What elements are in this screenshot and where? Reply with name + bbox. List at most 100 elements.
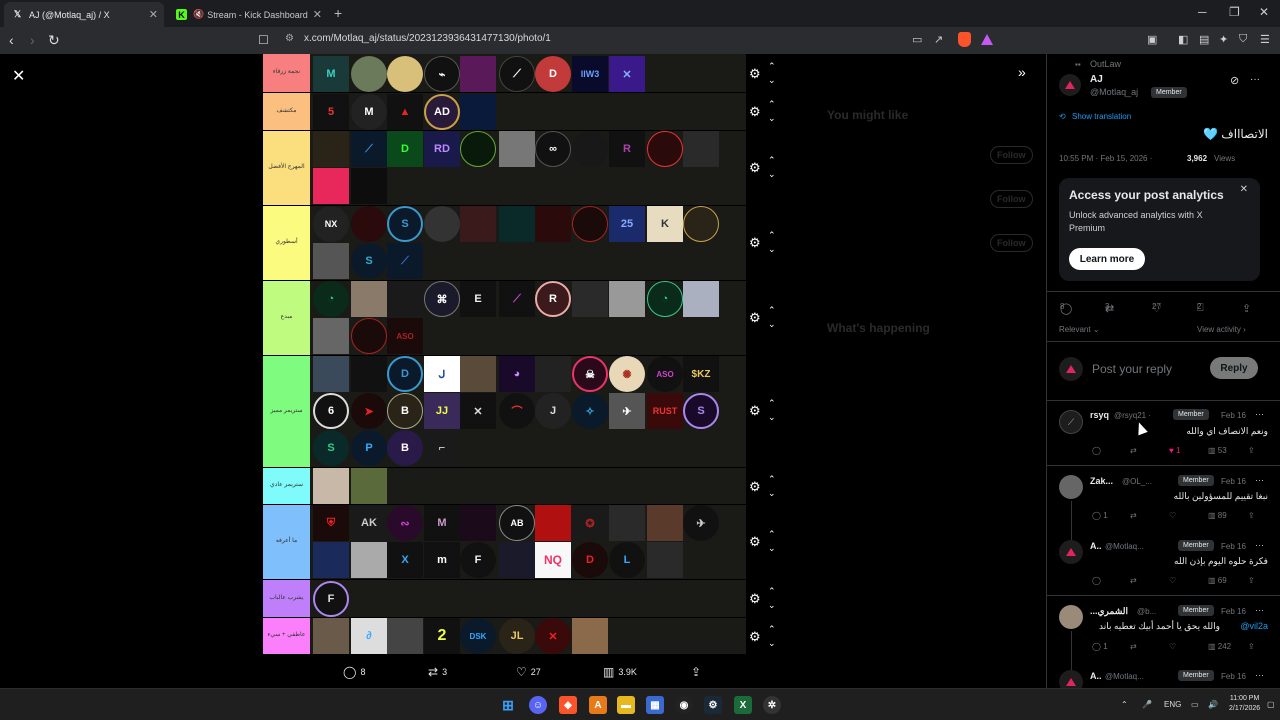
site-settings-icon[interactable]: ⚙	[285, 33, 294, 44]
discord-icon[interactable]: ☺	[529, 696, 547, 714]
comment-handle[interactable]: @Motlaq...	[1105, 672, 1144, 681]
chevron-down-icon[interactable]: ⌄	[768, 543, 776, 554]
app-icon[interactable]: A	[589, 696, 607, 714]
heart-icon[interactable]: ♡	[1169, 511, 1176, 520]
brave-shields-icon[interactable]	[958, 32, 971, 47]
avatar[interactable]	[1059, 74, 1081, 96]
repost-icon[interactable]: ⇄	[1130, 576, 1137, 585]
avatar[interactable]	[1059, 540, 1083, 564]
gear-icon[interactable]: ⚙	[749, 629, 761, 645]
gear-icon[interactable]: ⚙	[749, 104, 761, 120]
comment-date[interactable]: Feb 16	[1221, 411, 1246, 420]
share-action[interactable]: ⇪	[691, 665, 701, 679]
tab-x-profile[interactable]: 𝕏 AJ (@Motlaq_aj) / X ✕	[4, 2, 164, 27]
chevron-down-icon[interactable]: ⌄	[768, 600, 776, 611]
like-action[interactable]: ♡ 27	[516, 665, 541, 679]
close-icon[interactable]: ✕	[1240, 184, 1248, 195]
chevron-up-icon[interactable]: ⌃	[768, 529, 776, 540]
views-icon[interactable]: ▥ 69	[1208, 576, 1227, 585]
comment-icon[interactable]: ◯ 1	[1092, 511, 1108, 520]
chevron-up-icon[interactable]: ⌃	[768, 398, 776, 409]
chatgpt-icon[interactable]: ✲	[763, 696, 781, 714]
chevron-down-icon[interactable]: ⌄	[768, 113, 776, 124]
comment-icon[interactable]: ◯ 1	[1092, 642, 1108, 651]
url-field[interactable]: x.com/Motlaq_aj/status/20231239364314771…	[304, 33, 551, 44]
chevron-up-icon[interactable]: ⌃	[768, 155, 776, 166]
comment-date[interactable]: Feb 16	[1221, 477, 1246, 486]
chevron-down-icon[interactable]: ⌄	[768, 169, 776, 180]
post-timestamp[interactable]: 10:55 PM · Feb 15, 2026 ·	[1059, 154, 1152, 163]
learn-more-button[interactable]: Learn more	[1069, 248, 1145, 270]
menu-icon[interactable]: ☰	[1260, 33, 1270, 46]
volume-icon[interactable]: 🔊	[1208, 700, 1218, 709]
more-icon[interactable]: ···	[1255, 605, 1264, 615]
chevron-up-icon[interactable]: ⌃	[768, 99, 776, 110]
chevron-down-icon[interactable]: ⌄	[768, 244, 776, 255]
mention-link[interactable]: @vil2a	[1240, 621, 1268, 631]
heart-icon[interactable]: ♡	[1169, 642, 1176, 651]
repost-icon[interactable]: ⇄	[1130, 511, 1137, 520]
comment-date[interactable]: Feb 16	[1221, 607, 1246, 616]
chevron-down-icon[interactable]: ⌄	[768, 75, 776, 86]
more-icon[interactable]: ···	[1255, 670, 1264, 680]
comment-handle[interactable]: @OL_...	[1122, 477, 1152, 486]
reply-action[interactable]: ◯ 8	[343, 665, 365, 679]
share-icon[interactable]: ⇪	[1248, 511, 1255, 520]
new-tab-button[interactable]: +	[334, 5, 342, 21]
minimize-icon[interactable]: ─	[1198, 5, 1207, 19]
chevron-down-icon[interactable]: ⌄	[768, 412, 776, 423]
comment-icon[interactable]: ◯	[1092, 576, 1101, 585]
reply-button[interactable]: Reply	[1210, 357, 1258, 379]
network-icon[interactable]: ▭	[1191, 700, 1199, 709]
heart-icon[interactable]: ♡	[1169, 576, 1176, 585]
gear-icon[interactable]: ⚙	[749, 235, 761, 251]
window-close-icon[interactable]: ✕	[1259, 5, 1269, 19]
chevron-up-icon[interactable]: ⌃	[768, 474, 776, 485]
avatar[interactable]	[1059, 670, 1083, 688]
screen-cast-icon[interactable]: ▭	[912, 33, 922, 46]
author-handle[interactable]: @Motlaq_aj	[1090, 87, 1138, 97]
comment-handle[interactable]: @rsyq21 ·	[1114, 411, 1151, 420]
gear-icon[interactable]: ⚙	[749, 310, 761, 326]
comment-handle[interactable]: @Motlaq...	[1105, 542, 1144, 551]
author-name[interactable]: AJ	[1090, 74, 1103, 85]
views-icon[interactable]: ▥ 89	[1208, 511, 1227, 520]
reply-input[interactable]: Post your reply	[1092, 362, 1172, 376]
microphone-icon[interactable]: 🎤	[1142, 700, 1152, 709]
comment-author[interactable]: A..	[1090, 671, 1102, 681]
wallet-icon[interactable]: ▤	[1199, 33, 1209, 46]
more-icon[interactable]: ···	[1255, 409, 1264, 419]
restore-icon[interactable]: ❐	[1229, 5, 1240, 19]
comment-date[interactable]: Feb 16	[1221, 542, 1246, 551]
bookmark-icon[interactable]: ☐	[258, 33, 269, 47]
gear-icon[interactable]: ⚙	[749, 534, 761, 550]
comment-author[interactable]: الشمري...	[1090, 606, 1128, 617]
leo-ai-icon[interactable]: ✦	[1219, 33, 1228, 46]
chevron-down-icon[interactable]: ⌄	[768, 638, 776, 649]
repost-icon[interactable]: ⇄	[1130, 446, 1137, 455]
chevron-up-icon[interactable]: ⌃	[768, 61, 776, 72]
more-icon[interactable]: ···	[1250, 74, 1260, 85]
language-indicator[interactable]: ENG	[1164, 700, 1181, 709]
views-action[interactable]: ▥ 3.9K	[603, 665, 637, 679]
share-icon[interactable]: ↗	[934, 33, 943, 46]
avatar[interactable]	[1059, 605, 1083, 629]
grok-icon[interactable]: ⊘	[1230, 74, 1239, 87]
obs-icon[interactable]: ◉	[675, 696, 693, 714]
sort-relevant[interactable]: Relevant ⌄	[1059, 325, 1100, 334]
notification-icon[interactable]: ▢	[1267, 700, 1275, 709]
vpn-shield-icon[interactable]: ⛉	[1239, 33, 1247, 46]
share-icon[interactable]: ⇪	[1248, 446, 1255, 455]
reader-icon[interactable]: ▣	[1147, 33, 1157, 46]
gear-icon[interactable]: ⚙	[749, 591, 761, 607]
excel-icon[interactable]: X	[734, 696, 752, 714]
comment-author[interactable]: Zak...	[1090, 476, 1113, 486]
liked-heart-icon[interactable]: ♥ 1	[1169, 446, 1180, 455]
system-clock[interactable]: 11:00 PM 2/17/2026	[1229, 694, 1260, 714]
reload-icon[interactable]: ↻	[48, 32, 60, 49]
comment-author[interactable]: rsyq	[1090, 410, 1109, 420]
chevron-up-icon[interactable]: ⌃	[768, 586, 776, 597]
back-icon[interactable]: ‹	[9, 32, 14, 48]
share-icon[interactable]: ⇪	[1248, 576, 1255, 585]
close-viewer-icon[interactable]: ✕	[12, 66, 25, 86]
